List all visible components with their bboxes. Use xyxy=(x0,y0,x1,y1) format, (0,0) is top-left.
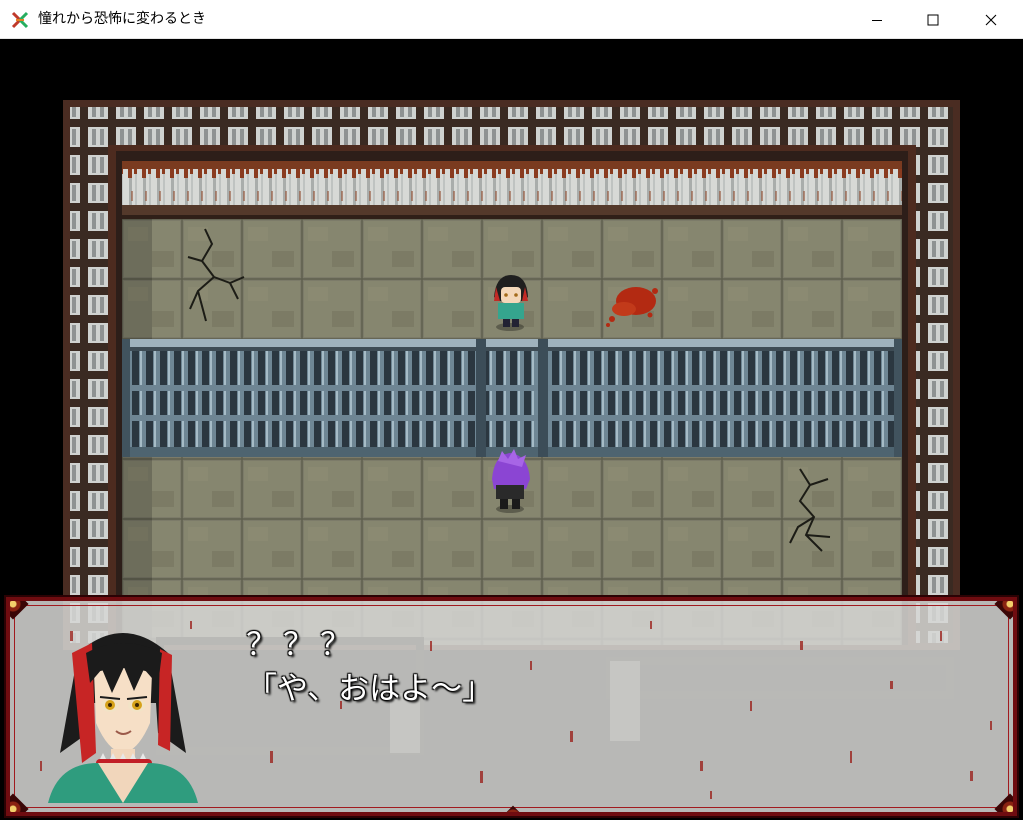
game-viewport[interactable]: ？？？ 「や、おはよ～」 xyxy=(0,39,1023,820)
top-wall xyxy=(122,161,902,205)
window-titlebar[interactable]: 憧れから恐怖に変わるとき xyxy=(0,0,1023,39)
minimize-icon xyxy=(872,19,882,21)
maximize-icon xyxy=(927,14,939,25)
close-icon xyxy=(985,14,997,25)
iron-bars xyxy=(122,339,902,457)
close-button[interactable] xyxy=(962,0,1020,39)
message-window[interactable]: ？？？ 「や、おはよ～」 xyxy=(4,595,1019,818)
window-title: 憧れから恐怖に変わるとき xyxy=(38,11,206,27)
speaker-portrait xyxy=(48,633,198,803)
app-icon xyxy=(11,11,29,29)
minimize-button[interactable] xyxy=(848,0,906,39)
speaker-name: ？？？ xyxy=(246,627,357,663)
dialogue-text: 「や、おはよ～」 xyxy=(246,671,494,707)
maximize-button[interactable] xyxy=(904,0,962,39)
